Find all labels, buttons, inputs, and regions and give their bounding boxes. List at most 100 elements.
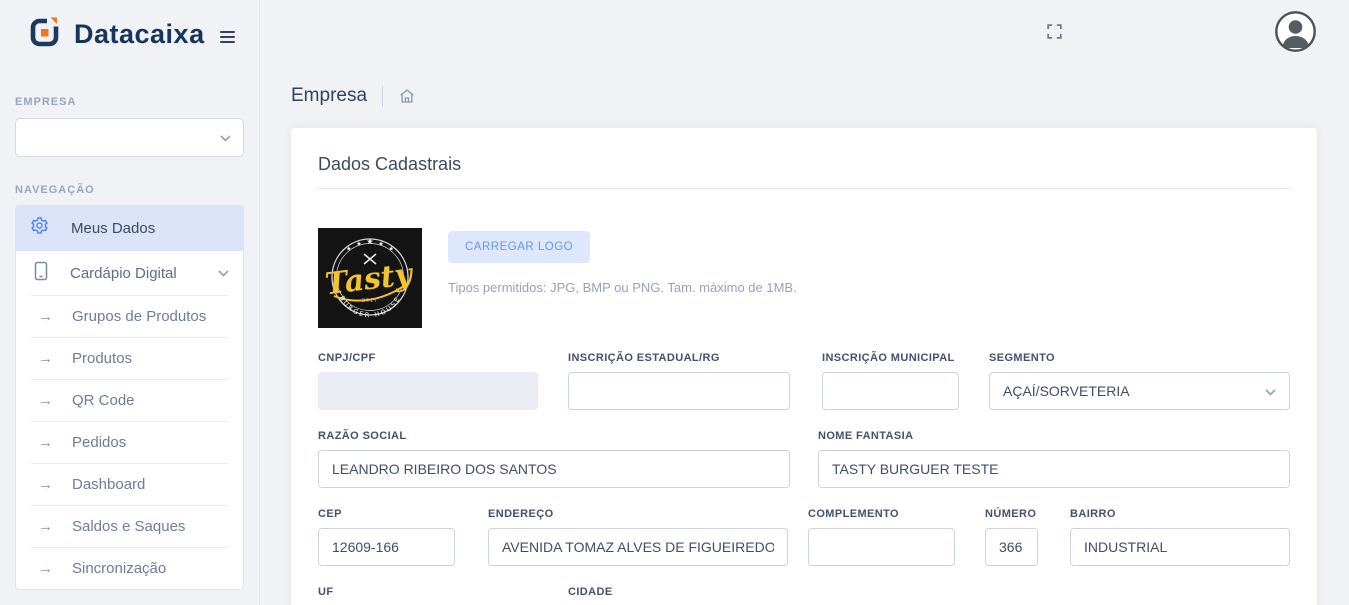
sidebar-subitem-dashboard[interactable]: → Dashboard (16, 463, 243, 505)
endereco-label: ENDEREÇO (488, 508, 554, 520)
user-avatar-icon (1275, 11, 1316, 56)
form-row-1: CNPJ/CPF INSCRIÇÃO ESTADUAL/RG INSCRIÇÃO… (318, 352, 1290, 410)
sidebar-subitem-produtos[interactable]: → Produtos (16, 337, 243, 379)
arrow-right-icon: → (38, 433, 53, 451)
bairro-label: BAIRRO (1070, 508, 1116, 520)
endereco-input[interactable] (488, 528, 788, 566)
cep-field: CEP (318, 508, 455, 566)
inscricao-municipal-label: INSCRIÇÃO MUNICIPAL (822, 352, 955, 364)
smartphone-icon (33, 261, 49, 286)
bairro-input[interactable] (1070, 528, 1290, 566)
breadcrumb: Empresa (291, 85, 416, 107)
svg-text:★: ★ (356, 241, 361, 248)
upload-logo-button[interactable]: CARREGAR LOGO (448, 231, 591, 263)
sidebar-subitem-qr-code[interactable]: → QR Code (16, 379, 243, 421)
main-area: Empresa Dados Cadastrais ★ ★ ★ ★ ★ Tasty… (261, 0, 1349, 605)
form-row-2: RAZÃO SOCIAL NOME FANTASIA (318, 430, 1290, 488)
razao-social-input[interactable] (318, 450, 790, 488)
home-link[interactable] (398, 87, 416, 105)
arrow-right-icon: → (38, 517, 53, 535)
chevron-down-icon (220, 129, 231, 147)
uf-label: UF (318, 586, 334, 598)
inscricao-estadual-label: INSCRIÇÃO ESTADUAL/RG (568, 352, 720, 364)
form-row-3: CEP ENDEREÇO COMPLEMENTO NÚMERO (318, 508, 1290, 566)
avatar-button[interactable] (1275, 11, 1316, 57)
cnpj-input (318, 372, 538, 410)
numero-input[interactable] (985, 528, 1038, 566)
numero-label: NÚMERO (985, 508, 1037, 520)
chevron-down-icon (218, 264, 229, 282)
app-root: Datacaixa EMPRESA NAVEGAÇÃO Meus Dados C… (0, 0, 1349, 605)
brand-name: Datacaixa (74, 18, 205, 49)
sidebar-subitem-pedidos[interactable]: → Pedidos (16, 421, 243, 463)
inscricao-municipal-input[interactable] (822, 372, 959, 410)
complemento-input[interactable] (808, 528, 955, 566)
fullscreen-button[interactable] (1045, 22, 1064, 46)
arrow-right-icon: → (38, 391, 53, 409)
nome-fantasia-field: NOME FANTASIA (818, 430, 1290, 488)
segmento-label: SEGMENTO (989, 352, 1055, 364)
numero-field: NÚMERO (985, 508, 1038, 566)
cidade-label: CIDADE (568, 586, 613, 598)
nome-fantasia-label: NOME FANTASIA (818, 430, 914, 442)
arrow-right-icon: → (38, 307, 53, 325)
hamburger-icon (220, 31, 235, 33)
sidebar: Datacaixa EMPRESA NAVEGAÇÃO Meus Dados C… (0, 0, 260, 605)
segmento-field: SEGMENTO AÇAÍ/SORVETERIA (989, 352, 1290, 410)
sidebar-item-meus-dados[interactable]: Meus Dados (15, 205, 244, 251)
cep-input[interactable] (318, 528, 455, 566)
razao-social-field: RAZÃO SOCIAL (318, 430, 790, 488)
cep-label: CEP (318, 508, 342, 520)
svg-text:★: ★ (366, 237, 373, 246)
form-row-4: UF CIDADE (318, 586, 1290, 605)
company-section-label: EMPRESA (15, 96, 77, 108)
sidebar-group-cardapio-digital[interactable]: Cardápio Digital (16, 251, 243, 295)
svg-text:★: ★ (389, 246, 394, 253)
sidebar-group-label: Cardápio Digital (70, 264, 177, 282)
home-icon (400, 89, 414, 103)
navigation-section-label: NAVEGAÇÃO (15, 184, 95, 196)
upload-hint-text: Tipos permitidos: JPG, BMP ou PNG. Tam. … (448, 280, 797, 295)
uf-field: UF (318, 586, 538, 605)
svg-text:★: ★ (346, 246, 351, 253)
bairro-field: BAIRRO (1070, 508, 1290, 566)
complemento-field: COMPLEMENTO (808, 508, 955, 566)
arrow-right-icon: → (38, 559, 53, 577)
razao-social-label: RAZÃO SOCIAL (318, 430, 407, 442)
content-card: Dados Cadastrais ★ ★ ★ ★ ★ Tasty 2017 BU… (291, 128, 1317, 605)
fullscreen-icon (1045, 24, 1064, 45)
complemento-label: COMPLEMENTO (808, 508, 899, 520)
chevron-down-icon (1265, 383, 1276, 399)
brand: Datacaixa (30, 16, 205, 52)
cidade-field: CIDADE (568, 586, 1040, 605)
sidebar-item-label: Meus Dados (71, 219, 156, 237)
breadcrumb-divider (382, 85, 384, 107)
nome-fantasia-input[interactable] (818, 450, 1290, 488)
page-title: Dados Cadastrais (318, 154, 462, 174)
segmento-select-value: AÇAÍ/SORVETERIA (1003, 383, 1130, 399)
arrow-right-icon: → (38, 349, 53, 367)
company-form: CNPJ/CPF INSCRIÇÃO ESTADUAL/RG INSCRIÇÃO… (318, 352, 1290, 605)
sidebar-subitem-sincronizacao[interactable]: → Sincronização (16, 547, 243, 589)
menu-toggle-button[interactable] (220, 29, 238, 45)
sidebar-nav-card: Cardápio Digital → Grupos de Produtos → … (15, 251, 244, 590)
arrow-right-icon: → (38, 475, 53, 493)
logo-upload-section: ★ ★ ★ ★ ★ Tasty 2017 BURGER HOUSE CARREG… (318, 228, 1290, 328)
svg-text:2017: 2017 (362, 298, 378, 304)
inscricao-estadual-field: INSCRIÇÃO ESTADUAL/RG (568, 352, 790, 410)
sidebar-subitem-grupos-de-produtos[interactable]: → Grupos de Produtos (16, 295, 243, 337)
cnpj-field: CNPJ/CPF (318, 352, 538, 410)
svg-text:★: ★ (378, 241, 383, 248)
logo-upload-controls: CARREGAR LOGO Tipos permitidos: JPG, BMP… (448, 228, 797, 328)
inscricao-estadual-input[interactable] (568, 372, 790, 410)
company-select[interactable] (15, 118, 244, 157)
brand-logo-icon (30, 16, 61, 52)
inscricao-municipal-field: INSCRIÇÃO MUNICIPAL (822, 352, 959, 410)
breadcrumb-title: Empresa (291, 85, 368, 106)
cnpj-label: CNPJ/CPF (318, 352, 376, 364)
sidebar-subitem-saldos-e-saques[interactable]: → Saldos e Saques (16, 505, 243, 547)
segmento-select[interactable]: AÇAÍ/SORVETERIA (989, 372, 1290, 410)
endereco-field: ENDEREÇO (488, 508, 788, 566)
gear-icon (30, 216, 49, 240)
company-logo-image[interactable]: ★ ★ ★ ★ ★ Tasty 2017 BURGER HOUSE (318, 228, 422, 328)
